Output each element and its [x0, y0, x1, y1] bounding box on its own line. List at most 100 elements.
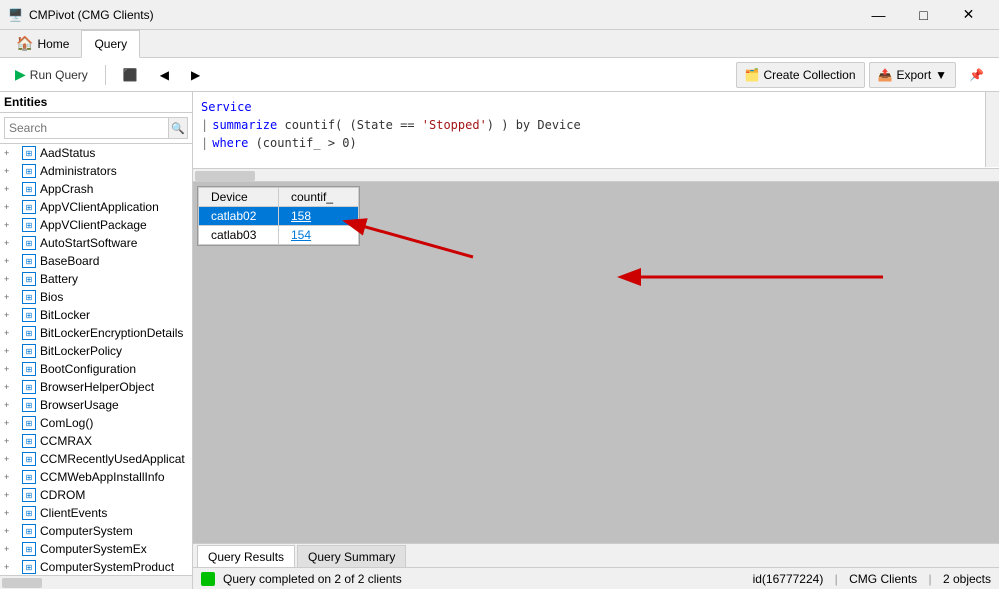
- list-item[interactable]: + ⊞ AutoStartSoftware: [0, 234, 192, 252]
- forward-button[interactable]: ▶: [182, 62, 209, 88]
- list-item[interactable]: + ⊞ ComputerSystemProduct: [0, 558, 192, 575]
- list-item[interactable]: + ⊞ ClientEvents: [0, 504, 192, 522]
- expand-icon: +: [4, 544, 18, 554]
- list-item[interactable]: + ⊞ CCMRecentlyUsedApplicat: [0, 450, 192, 468]
- entity-icon: ⊞: [22, 434, 36, 448]
- editor-content[interactable]: Service |summarize countif( (State == 'S…: [193, 92, 999, 168]
- list-item[interactable]: + ⊞ ComputerSystem: [0, 522, 192, 540]
- list-item[interactable]: + ⊞ AadStatus: [0, 144, 192, 162]
- expand-icon: +: [4, 526, 18, 536]
- entity-label: BrowserUsage: [40, 398, 119, 412]
- list-item[interactable]: + ⊞ BrowserHelperObject: [0, 378, 192, 396]
- editor-line-2: |summarize countif( (State == 'Stopped')…: [201, 116, 991, 134]
- list-item[interactable]: + ⊞ Bios: [0, 288, 192, 306]
- search-input[interactable]: [4, 117, 169, 139]
- list-item[interactable]: + ⊞ Battery: [0, 270, 192, 288]
- link-158[interactable]: 158: [291, 209, 311, 223]
- create-collection-button[interactable]: 🗂️ Create Collection: [736, 62, 865, 88]
- list-item[interactable]: + ⊞ BrowserUsage: [0, 396, 192, 414]
- run-query-label: Run Query: [30, 68, 88, 82]
- entity-label: ComputerSystem: [40, 524, 133, 538]
- sidebar-scrollbar-h[interactable]: [0, 575, 192, 589]
- create-collection-icon: 🗂️: [745, 68, 760, 82]
- entity-label: CCMWebAppInstallInfo: [40, 470, 165, 484]
- link-154[interactable]: 154: [291, 228, 311, 242]
- entity-label: Bios: [40, 290, 63, 304]
- list-item[interactable]: + ⊞ ComLog(): [0, 414, 192, 432]
- entity-label: ComputerSystemProduct: [40, 560, 174, 574]
- table-row[interactable]: catlab02 158: [199, 207, 359, 226]
- search-box: 🔍: [0, 113, 192, 144]
- list-item[interactable]: + ⊞ BitLockerPolicy: [0, 342, 192, 360]
- list-item[interactable]: + ⊞ BootConfiguration: [0, 360, 192, 378]
- pipe-symbol-2: |: [201, 136, 208, 150]
- list-item[interactable]: + ⊞ CCMRAX: [0, 432, 192, 450]
- list-item[interactable]: + ⊞ CDROM: [0, 486, 192, 504]
- entity-icon: ⊞: [22, 200, 36, 214]
- str-stopped: 'Stopped': [422, 118, 487, 132]
- entity-label: AppVClientPackage: [40, 218, 147, 232]
- entity-icon: ⊞: [22, 182, 36, 196]
- list-item[interactable]: + ⊞ CCMWebAppInstallInfo: [0, 468, 192, 486]
- titlebar-controls: — □ ✕: [856, 0, 991, 30]
- list-item[interactable]: + ⊞ AppVClientPackage: [0, 216, 192, 234]
- col-device: Device: [199, 188, 279, 207]
- toolbar: ▶ Run Query ⬛ ◀ ▶ 🗂️ Create Collection 📤…: [0, 58, 999, 92]
- list-item[interactable]: + ⊞ BitLockerEncryptionDetails: [0, 324, 192, 342]
- search-button[interactable]: 🔍: [169, 117, 188, 139]
- entity-label: Administrators: [40, 164, 117, 178]
- expand-icon: +: [4, 238, 18, 248]
- cond-rest: ) ) by Device: [487, 118, 581, 132]
- run-query-button[interactable]: ▶ Run Query: [6, 62, 97, 88]
- kw-countif: countif( (State ==: [277, 118, 422, 132]
- where-rest: (countif_ > 0): [248, 136, 356, 150]
- query-editor: Service |summarize countif( (State == 'S…: [193, 92, 999, 182]
- expand-icon: +: [4, 202, 18, 212]
- entity-icon: ⊞: [22, 362, 36, 376]
- sidebar: Entities 🔍 + ⊞ AadStatus + ⊞ Administrat…: [0, 92, 193, 589]
- export-button[interactable]: 📤 Export ▼: [869, 62, 957, 88]
- entity-icon: ⊞: [22, 542, 36, 556]
- results-area: Device countif_ catlab02 158 catlab03 15…: [193, 182, 999, 543]
- expand-icon: +: [4, 490, 18, 500]
- expand-icon: +: [4, 292, 18, 302]
- list-item[interactable]: + ⊞ BaseBoard: [0, 252, 192, 270]
- tab-home[interactable]: 🏠 Home: [4, 30, 81, 58]
- stop-button[interactable]: ⬛: [114, 62, 147, 88]
- tab-query-results[interactable]: Query Results: [197, 545, 295, 567]
- maximize-button[interactable]: □: [901, 0, 946, 30]
- titlebar-left: 🖥️ CMPivot (CMG Clients): [8, 8, 154, 22]
- list-item[interactable]: + ⊞ AppVClientApplication: [0, 198, 192, 216]
- tab-query-summary[interactable]: Query Summary: [297, 545, 406, 567]
- entity-label: BrowserHelperObject: [40, 380, 154, 394]
- entity-icon: ⊞: [22, 344, 36, 358]
- editor-scrollbar-v[interactable]: [985, 92, 999, 167]
- entity-label: BootConfiguration: [40, 362, 136, 376]
- app-title: CMPivot (CMG Clients): [29, 8, 154, 22]
- kw-summarize: summarize: [212, 118, 277, 132]
- entity-label: BitLockerEncryptionDetails: [40, 326, 183, 340]
- list-item[interactable]: + ⊞ AppCrash: [0, 180, 192, 198]
- entity-icon: ⊞: [22, 506, 36, 520]
- entity-icon: ⊞: [22, 290, 36, 304]
- tab-query[interactable]: Query: [81, 30, 140, 58]
- export-dropdown-icon: ▼: [935, 68, 947, 82]
- minimize-button[interactable]: —: [856, 0, 901, 30]
- close-button[interactable]: ✕: [946, 0, 991, 30]
- expand-icon: +: [4, 364, 18, 374]
- entity-label: BitLocker: [40, 308, 90, 322]
- table-row[interactable]: catlab03 154: [199, 226, 359, 245]
- pin-button[interactable]: 📌: [960, 62, 993, 88]
- kw-service: Service: [201, 100, 252, 114]
- back-button[interactable]: ◀: [151, 62, 178, 88]
- list-item[interactable]: + ⊞ ComputerSystemEx: [0, 540, 192, 558]
- entity-icon: ⊞: [22, 164, 36, 178]
- list-item[interactable]: + ⊞ Administrators: [0, 162, 192, 180]
- entity-label: AppCrash: [40, 182, 93, 196]
- cell-countif-2: 154: [279, 226, 359, 245]
- editor-scrollbar-h[interactable]: [193, 168, 999, 182]
- cell-device-1: catlab02: [199, 207, 279, 226]
- expand-icon: +: [4, 328, 18, 338]
- status-id: id(16777224): [753, 572, 824, 586]
- list-item[interactable]: + ⊞ BitLocker: [0, 306, 192, 324]
